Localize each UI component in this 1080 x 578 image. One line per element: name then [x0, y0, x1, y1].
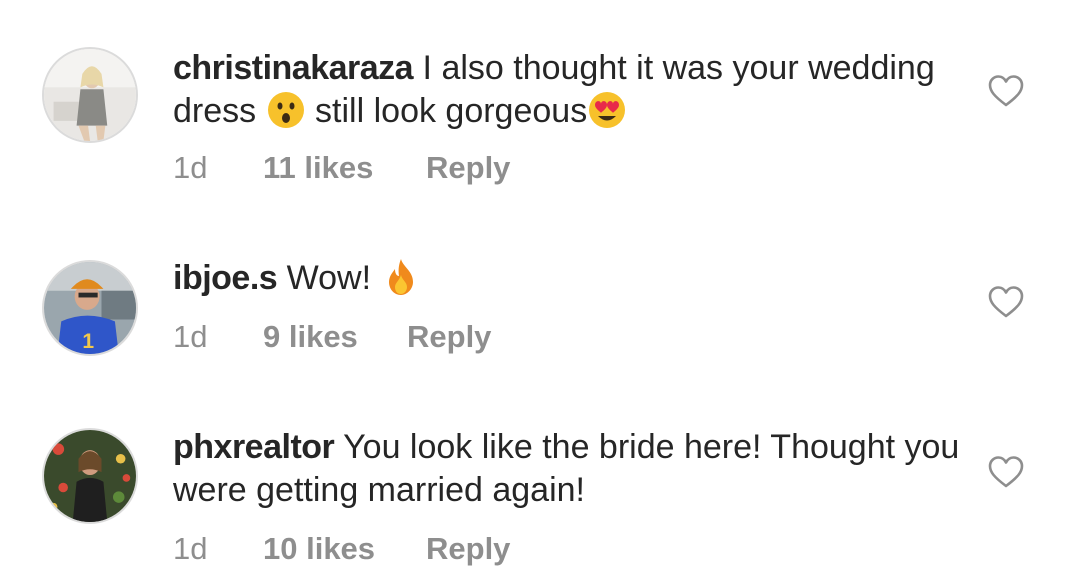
comment-body: phxrealtor You look like the bride here!…: [173, 426, 963, 512]
avatar[interactable]: [42, 47, 138, 143]
comment-text: Wow!: [286, 259, 372, 297]
comment-time: 1d: [173, 150, 208, 185]
like-heart-icon[interactable]: [988, 285, 1024, 319]
fire-emoji: [381, 257, 421, 297]
comment-likes[interactable]: 10 likes: [263, 531, 426, 567]
comment-likes[interactable]: 9 likes: [263, 319, 407, 355]
like-heart-icon[interactable]: [988, 455, 1024, 489]
comment-meta: 1d 10 likes Reply: [173, 531, 510, 567]
comment-body: ibjoe.s Wow!: [173, 257, 963, 300]
comment-meta: 1d 9 likes Reply: [173, 319, 491, 355]
reply-button[interactable]: Reply: [426, 150, 510, 186]
comment-time: 1d: [173, 531, 208, 566]
comment-meta: 1d 11 likes Reply: [173, 150, 510, 186]
comment-time: 1d: [173, 319, 208, 354]
comment-text-continued: still look gorgeous: [315, 92, 588, 130]
comment-body: christinakaraza I also thought it was yo…: [173, 47, 963, 133]
comment-likes[interactable]: 11 likes: [263, 150, 426, 186]
heart-eyes-emoji: [587, 90, 627, 130]
like-heart-icon[interactable]: [988, 74, 1024, 108]
comment-username[interactable]: christinakaraza: [173, 49, 414, 87]
avatar-image: [44, 430, 136, 522]
svg-text:1: 1: [82, 330, 94, 353]
comment-list: christinakaraza I also thought it was yo…: [0, 0, 1080, 578]
reply-button[interactable]: Reply: [426, 531, 510, 567]
astonished-face-emoji: [266, 90, 306, 130]
avatar[interactable]: [42, 428, 138, 524]
comment-username[interactable]: phxrealtor: [173, 428, 335, 466]
comment-username[interactable]: ibjoe.s: [173, 259, 278, 297]
avatar-image: [44, 49, 136, 141]
avatar-image: 1: [44, 262, 136, 354]
avatar[interactable]: 1: [42, 260, 138, 356]
reply-button[interactable]: Reply: [407, 319, 491, 355]
